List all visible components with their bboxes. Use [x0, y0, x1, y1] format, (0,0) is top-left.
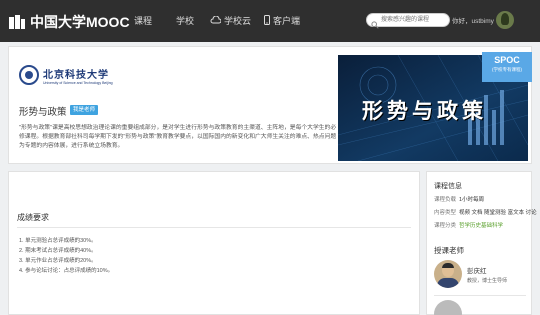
list-item: 2. 期末考试占总评成绩的40%。 [19, 248, 97, 254]
info-value: 1小时每周 [459, 197, 485, 203]
site-logo-text: 中国大学MOOC [30, 14, 130, 30]
school-name-en: University of Science and Technology Bei… [43, 80, 113, 85]
search-icon[interactable] [371, 16, 379, 34]
teacher-divider [434, 295, 526, 296]
nav-courses[interactable]: 课程 [134, 14, 152, 27]
nav-school-cloud[interactable]: 学校云 [210, 14, 251, 27]
mooc-logo-icon [8, 14, 26, 30]
teacher-role: 教授，博士生导师 [467, 278, 508, 284]
school-logo[interactable]: 北京科技大学 University of Science and Technol… [19, 65, 113, 85]
nav-client-app[interactable]: 客户端 [264, 14, 300, 27]
teacher-avatar[interactable] [434, 260, 462, 288]
site-logo[interactable]: 中国大学MOOC [8, 12, 130, 32]
top-navigation-bar: 中国大学MOOC 课程 学校 学校云 客户端 你好，ustbimy [0, 0, 540, 42]
course-title: 形势与政策 [19, 107, 67, 118]
info-key: 内容类型 [434, 210, 457, 216]
teacher-badge[interactable]: 我是老师 [70, 105, 99, 115]
course-info-title: 课程信息 [434, 183, 462, 190]
info-key: 课程负载 [434, 197, 457, 203]
nav-courses-label: 课程 [134, 16, 153, 26]
avatar-tree-image [501, 13, 509, 25]
avatar-body [437, 278, 459, 288]
info-row-category: 课程分类 哲学历史基础科学 [434, 221, 503, 229]
course-info-panel: 课程信息 课程负载 1小时每周 内容类型 视频 文档 随堂测验 富文本 讨论 课… [426, 171, 537, 315]
nav-client-app-label: 客户端 [273, 16, 301, 26]
spoc-title: SPOC [494, 55, 520, 65]
user-greeting[interactable]: 你好，ustbimy [452, 15, 494, 25]
spoc-subtitle: (学校专有课程) [492, 67, 522, 72]
section-divider [17, 227, 411, 228]
nav-schools[interactable]: 学校 [176, 14, 194, 27]
info-row-workload: 课程负载 1小时每周 [434, 195, 484, 203]
avatar-hair [442, 263, 454, 268]
school-seal-icon [19, 65, 39, 85]
course-description: "形势与政策"课是高校思想政治理论课的重要组成部分，是对学生进行形势与政策教育的… [19, 125, 337, 149]
banner-title: 形势与政策 [362, 98, 487, 123]
nav-schools-label: 学校 [176, 16, 195, 26]
cloud-icon [210, 15, 222, 26]
category-link[interactable]: 哲学历史基础科学 [459, 221, 503, 229]
search-input[interactable] [381, 15, 447, 25]
teacher-avatar[interactable] [434, 300, 462, 315]
school-name-cn: 北京科技大学 [43, 69, 109, 81]
list-item: 1. 单元测验占总评成绩的30%。 [19, 238, 97, 244]
phone-icon [264, 14, 270, 27]
info-row-content-type: 内容类型 视频 文档 随堂测验 富文本 讨论 [434, 208, 537, 216]
teachers-title: 授课老师 [434, 246, 464, 255]
list-item: 3. 单元作业占总评成绩的20%。 [19, 258, 97, 264]
nav-school-cloud-label: 学校云 [224, 16, 252, 26]
teacher-name[interactable]: 彭庆红 [467, 265, 487, 275]
course-detail-panel: 成绩要求 1. 单元测验占总评成绩的30%。 2. 期末考试占总评成绩的40%。… [8, 171, 420, 315]
search-box[interactable] [366, 13, 450, 29]
info-value: 视频 文档 随堂测验 富文本 讨论 [459, 210, 537, 216]
course-header-card: 北京科技大学 University of Science and Technol… [8, 46, 532, 164]
list-item: 4. 参与论坛讨论：占总评成绩的10%。 [19, 268, 114, 274]
grading-requirements-title: 成绩要求 [17, 213, 49, 222]
user-avatar[interactable] [496, 11, 514, 29]
spoc-badge: SPOC (学校专有课程) [482, 52, 532, 82]
grading-requirements-list: 1. 单元测验占总评成绩的30%。 2. 期末考试占总评成绩的40%。 3. 单… [19, 236, 113, 276]
info-key: 课程分类 [434, 223, 457, 229]
